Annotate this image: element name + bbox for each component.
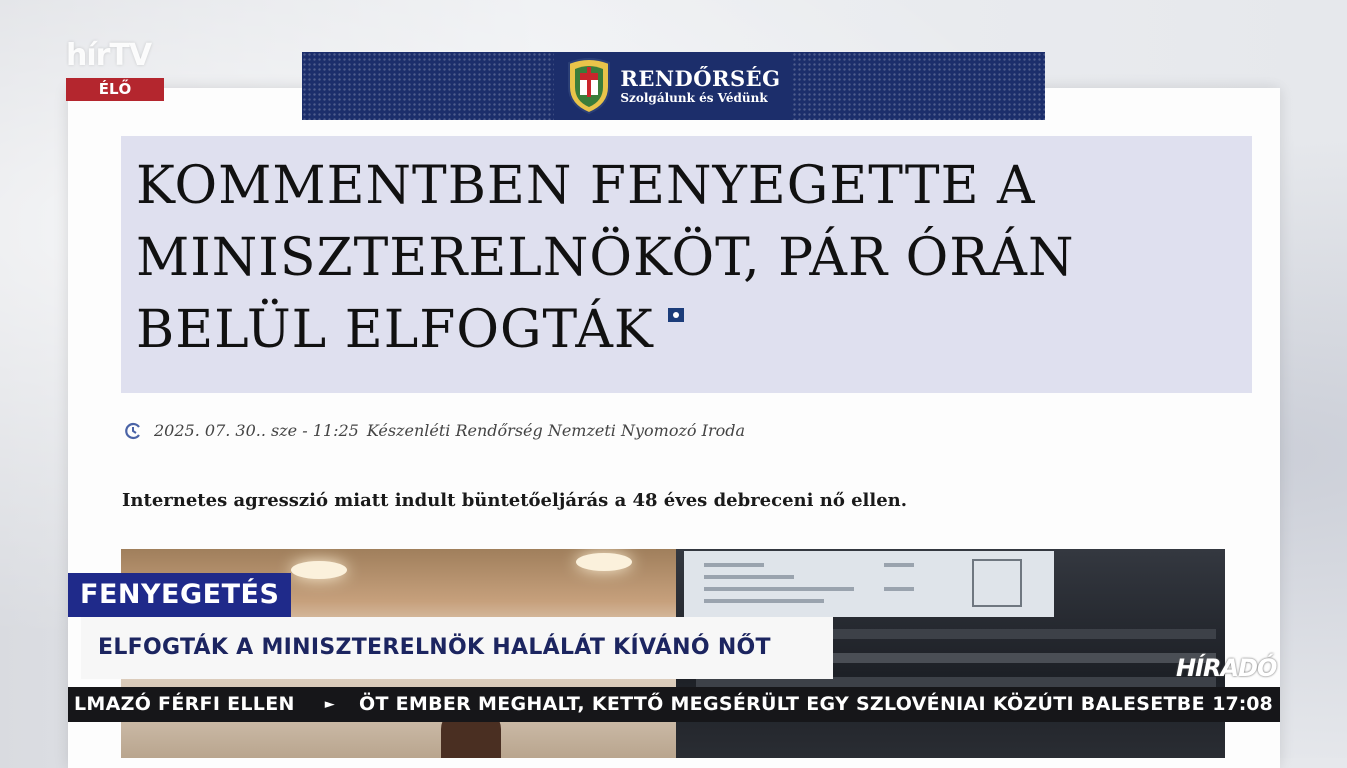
article-headline: KOMMENTBEN FENYEGETTE A MINISZTERELNÖKÖT…	[136, 150, 1236, 366]
article-author: Készenléti Rendőrség Nemzeti Nyomozó Iro…	[366, 421, 745, 440]
clock-icon	[125, 422, 140, 439]
ticker-item: ÖT EMBER MEGHALT, KETTŐ MEGSÉRÜLT EGY SZ…	[359, 693, 1205, 715]
ticker-item: LMAZÓ FÉRFI ELLEN	[74, 693, 295, 715]
ceiling-light	[291, 561, 347, 579]
news-ticker: LMAZÓ FÉRFI ELLEN ► ÖT EMBER MEGHALT, KETT…	[68, 687, 1205, 722]
police-brand-name: RENDŐRSÉG	[620, 65, 781, 91]
article-date: 2025. 07. 30.. sze - 11:25	[154, 421, 359, 440]
share-icon	[667, 308, 684, 322]
article-lead: Internetes agresszió miatt indult büntet…	[122, 490, 908, 511]
headline-line-3: BELÜL ELFOGTÁK	[136, 300, 654, 360]
news-caption: ELFOGTÁK A MINISZTERELNÖK HALÁLÁT KÍVÁNÓ…	[81, 617, 833, 679]
police-banner: RENDŐRSÉG Szolgálunk és Védünk	[302, 52, 1045, 120]
police-crest-icon	[568, 58, 611, 115]
police-motto: Szolgálunk és Védünk	[620, 90, 768, 105]
ticker-separator-icon: ►	[324, 697, 335, 712]
headline-line-1: KOMMENTBEN FENYEGETTE A	[136, 156, 1036, 216]
topic-tag: FENYEGETÉS	[68, 573, 292, 617]
headline-line-2: MINISZTERELNÖKÖT, PÁR ÓRÁN	[136, 228, 1075, 288]
channel-logo: hírTV	[66, 38, 152, 73]
article-meta: 2025. 07. 30.. sze - 11:25 Készenléti Re…	[124, 421, 753, 440]
document-sheet	[684, 551, 1054, 617]
police-brand: RENDŐRSÉG Szolgálunk és Védünk	[554, 52, 793, 120]
program-logo: HÍRADÓ	[1176, 654, 1277, 682]
ceiling-light	[576, 553, 632, 571]
live-badge: ÉLŐ	[66, 78, 164, 101]
broadcast-clock: 17:08	[1205, 687, 1280, 722]
